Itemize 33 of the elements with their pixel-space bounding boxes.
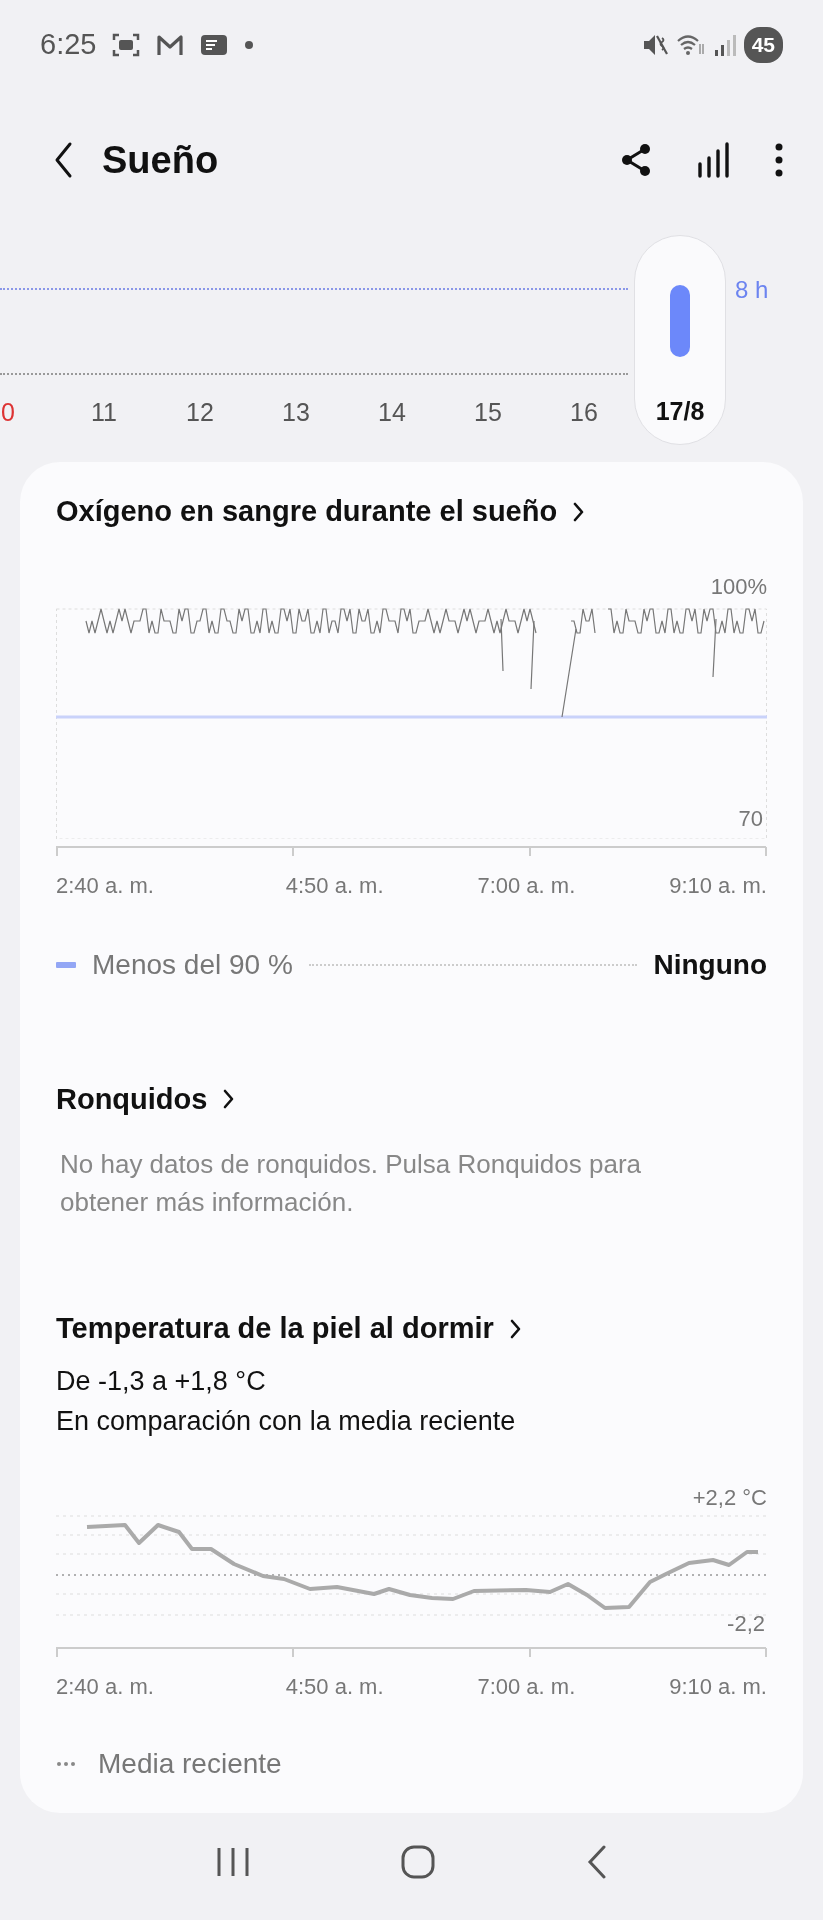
temperature-range: De -1,3 a +1,8 °C <box>56 1364 267 1398</box>
axis-label: 9:10 a. m. <box>669 871 767 900</box>
day-column[interactable]: 14 <box>344 235 440 445</box>
axis-label: 4:50 a. m. <box>285 871 384 900</box>
battery-level: 45 <box>743 27 783 63</box>
axis-label: -2,2 <box>727 1609 765 1638</box>
axis-label: 4:50 a. m. <box>285 1672 384 1701</box>
day-column[interactable]: 15 <box>440 235 536 445</box>
day-column[interactable]: 16 <box>536 235 632 445</box>
section-title-link[interactable]: Ronquidos <box>56 1077 236 1121</box>
legend-value: Ninguno <box>653 947 767 982</box>
legend-label: Media reciente <box>98 1746 282 1781</box>
clock: 6:25 <box>40 27 97 63</box>
axis-label: +2,2 °C <box>692 1483 767 1512</box>
axis-label: 70 <box>738 804 763 833</box>
axis-label: 7:00 a. m. <box>477 1672 576 1701</box>
day-column[interactable]: 11 <box>56 235 152 445</box>
axis-label: 2:40 a. m. <box>56 871 154 900</box>
day-column[interactable]: 12 <box>152 235 248 445</box>
page-title: Sueño <box>102 137 219 183</box>
goal-label: 8 h <box>735 275 769 305</box>
section-title-link[interactable]: Temperatura de la piel al dormir <box>56 1307 522 1351</box>
axis-label: 2:40 a. m. <box>56 1672 154 1701</box>
axis-label: 9:10 a. m. <box>669 1672 767 1701</box>
info-message: No hay datos de ronquidos. Pulsa Ronquidos para obtener más información. <box>59 1148 643 1219</box>
day-column[interactable]: 13 <box>248 235 344 445</box>
selected-day[interactable]: 17/8 <box>634 235 726 445</box>
day-column[interactable]: 0 <box>0 235 56 445</box>
legend-label: Menos del 90 % <box>92 947 293 982</box>
axis-label: 100% <box>710 572 767 601</box>
axis-label: 7:00 a. m. <box>477 871 576 900</box>
comparison-text: En comparación con la media reciente <box>56 1404 517 1438</box>
section-title-link[interactable]: Oxígeno en sangre durante el sueño <box>56 490 586 534</box>
